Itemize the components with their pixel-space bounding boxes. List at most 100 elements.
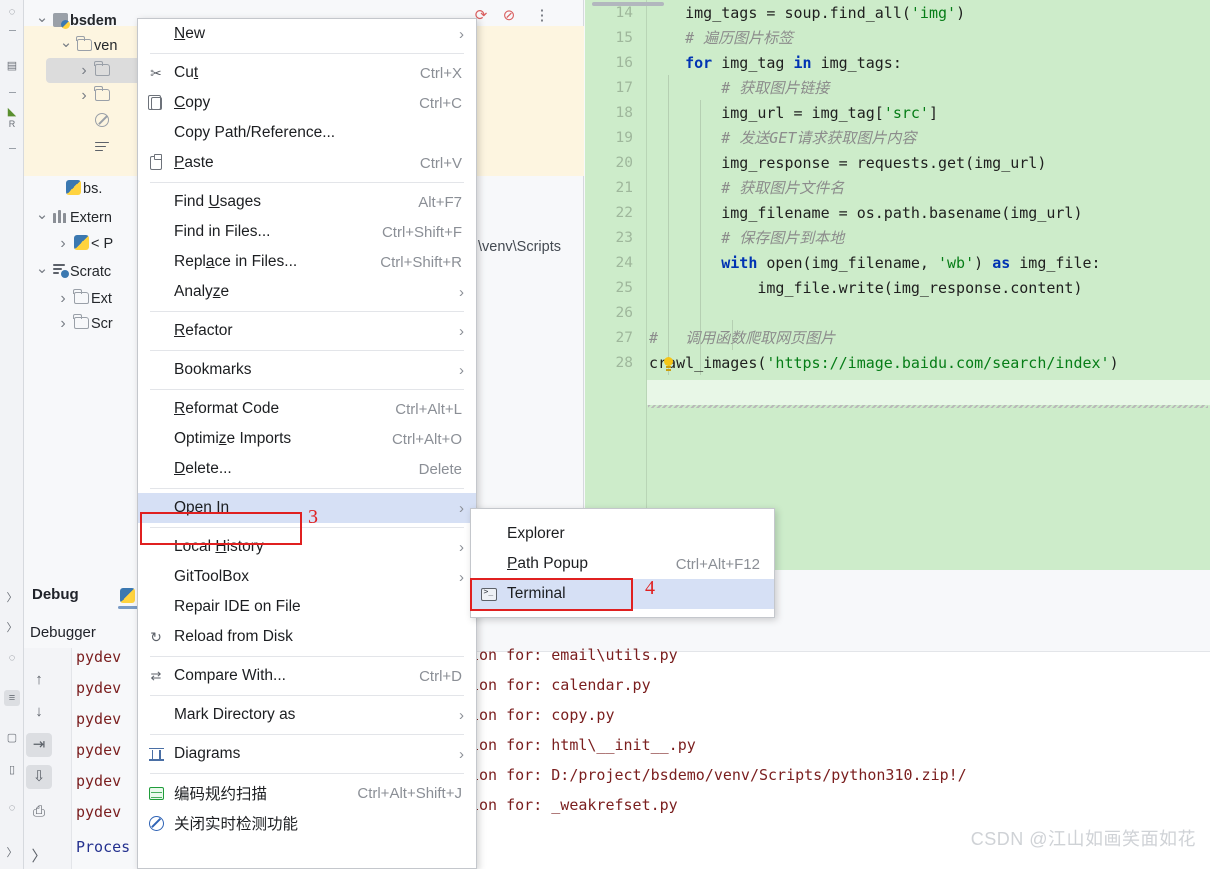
menu-item-reload-from-disk[interactable]: ↻ Reload from Disk (138, 622, 476, 652)
line-text: img_response = requests.get(img_url) (649, 151, 1046, 176)
layout-icon[interactable]: ≡ (4, 690, 20, 706)
bookmarks-icon[interactable]: ▤ (4, 58, 20, 74)
menu-separator (150, 773, 464, 774)
menu-separator (150, 389, 464, 390)
menu-item-optimize-imports[interactable]: Optimize Imports Ctrl+Alt+O (138, 424, 476, 454)
vcs-label-icon: R (8, 119, 16, 129)
menu-item-bookmarks[interactable]: Bookmarks › (138, 355, 476, 385)
code-line[interactable]: 23 # 保存图片到本地 (585, 226, 1210, 251)
run-output-line: ion for: html\__init__.py (470, 736, 696, 754)
blocked-icon (92, 112, 112, 129)
menu-item-find-usages[interactable]: Find Usages Alt+F7 (138, 187, 476, 217)
chevron-right-icon[interactable] (55, 315, 71, 333)
chevron-right-icon[interactable] (76, 87, 92, 105)
step-down-icon[interactable]: ↓ (26, 700, 52, 724)
tree-row[interactable]: bs. (63, 176, 102, 201)
intention-bulb-icon[interactable] (663, 357, 674, 371)
submenu-item-terminal[interactable]: Terminal (471, 579, 774, 609)
submenu-item-explorer[interactable]: Explorer (471, 519, 774, 549)
code-line[interactable]: 18 img_url = img_tag['src'] (585, 101, 1210, 126)
stop-icon (138, 815, 174, 831)
code-token: ] (928, 104, 938, 122)
code-line[interactable]: 16 for img_tag in img_tags: (585, 51, 1210, 76)
code-line[interactable]: 24 with open(img_filename, 'wb') as img_… (585, 251, 1210, 276)
chevron-down-icon[interactable] (58, 37, 74, 55)
menu-item-delete[interactable]: Delete... Delete (138, 454, 476, 484)
code-line[interactable]: 25 img_file.write(img_response.content) (585, 276, 1210, 301)
services-icon[interactable]: ◌ (4, 800, 20, 816)
step-up-icon[interactable]: ↑ (26, 668, 52, 692)
tree-row[interactable]: Ext (55, 286, 112, 311)
chevron-right-icon: › (459, 361, 464, 379)
menu-item-reformat-code[interactable]: Reformat Code Ctrl+Alt+L (138, 394, 476, 424)
chevron-down-icon[interactable] (34, 263, 50, 281)
menu-item-diagrams[interactable]: Diagrams › (138, 739, 476, 769)
menu-item-cut[interactable]: ✂ Cut Ctrl+X (138, 58, 476, 88)
menu-item-analyze[interactable]: Analyze › (138, 277, 476, 307)
open-in-submenu[interactable]: Explorer Path Popup Ctrl+Alt+F12 Terminal (470, 508, 775, 618)
tree-row[interactable]: Scr (55, 311, 113, 336)
code-line[interactable]: 15 # 遍历图片标签 (585, 26, 1210, 51)
submenu-item-path-popup[interactable]: Path Popup Ctrl+Alt+F12 (471, 549, 774, 579)
tree-row[interactable] (76, 83, 112, 108)
chevron-right-icon[interactable] (76, 62, 92, 80)
menu-item-编码规约扫描[interactable]: 编码规约扫描 Ctrl+Alt+Shift+J (138, 778, 476, 808)
menu-item-关闭实时检测功能[interactable]: 关闭实时检测功能 (138, 808, 476, 838)
expand-icon[interactable]: 〉 (4, 620, 20, 636)
tree-row[interactable] (92, 135, 112, 160)
code-line[interactable]: 28 crawl_images('https://image.baidu.com/… (585, 351, 1210, 376)
context-menu[interactable]: New › ✂ Cut Ctrl+X Copy Ctrl+C Copy Path/Refere… (137, 18, 477, 869)
menu-item-find-in-files[interactable]: Find in Files... Ctrl+Shift+F (138, 217, 476, 247)
terminal-gutter-icon[interactable]: ▢ (4, 730, 20, 746)
run-output-line: ion for: copy.py (470, 706, 615, 724)
tree-row[interactable]: < P (55, 231, 113, 256)
tree-row[interactable]: bsdem (34, 8, 117, 33)
structure-icon[interactable]: ◌ (4, 4, 20, 20)
debug-output-line: pydev (76, 648, 122, 666)
step-into-icon[interactable]: ⇥ (26, 733, 52, 757)
menu-item-refactor[interactable]: Refactor › (138, 316, 476, 346)
todo-icon[interactable]: ▯ (4, 762, 20, 778)
menu-item-open-in[interactable]: Open In › (138, 493, 476, 523)
menu-item-new[interactable]: New › (138, 19, 476, 49)
debug-panel-title: Debug (32, 586, 79, 603)
code-line[interactable]: 14 img_tags = soup.find_all('img') (585, 1, 1210, 26)
tree-row[interactable]: Scratc (34, 259, 111, 284)
more-options-icon[interactable]: ⋮ (533, 7, 551, 25)
menu-item-copy[interactable]: Copy Ctrl+C (138, 88, 476, 118)
menu-item-paste[interactable]: Paste Ctrl+V (138, 148, 476, 178)
chevron-right-icon[interactable] (55, 290, 71, 308)
expand-icon[interactable]: 〉 (26, 845, 52, 869)
chevron-down-icon[interactable] (34, 12, 50, 30)
menu-item-mark-directory-as[interactable]: Mark Directory as › (138, 700, 476, 730)
code-line[interactable]: 21 # 获取图片文件名 (585, 176, 1210, 201)
tree-item-label: bsdem (70, 12, 117, 29)
step-out-icon[interactable]: ⇩ (26, 765, 52, 789)
tab-debugger[interactable]: Debugger (30, 624, 96, 641)
suppress-icon[interactable]: ⊘ (500, 7, 518, 25)
menu-item-local-history[interactable]: Local History › (138, 532, 476, 562)
tree-row[interactable]: Extern (34, 205, 112, 230)
chevron-down-icon[interactable] (34, 209, 50, 227)
print-icon[interactable]: ⎙ (26, 800, 52, 824)
menu-item-replace-in-files[interactable]: Replace in Files... Ctrl+Shift+R (138, 247, 476, 277)
code-line[interactable]: 26 (585, 301, 1210, 326)
collapse-icon[interactable]: 〉 (4, 590, 20, 606)
menu-item-gittoolbox[interactable]: GitToolBox › (138, 562, 476, 592)
menu-item-compare-with[interactable]: ⇄ Compare With... Ctrl+D (138, 661, 476, 691)
line-text: # 遍历图片标签 (649, 26, 793, 51)
tree-row[interactable] (92, 108, 112, 133)
misc-icon[interactable]: ◌ (4, 650, 20, 666)
code-line[interactable]: 20 img_response = requests.get(img_url) (585, 151, 1210, 176)
tree-row[interactable]: ven (58, 33, 117, 58)
menu-item-repair-ide-on-file[interactable]: Repair IDE on File (138, 592, 476, 622)
code-line[interactable]: 22 img_filename = os.path.basename(img_u… (585, 201, 1210, 226)
code-line[interactable]: 17 # 获取图片链接 (585, 76, 1210, 101)
code-line[interactable]: 27 # 调用函数爬取网页图片 (585, 326, 1210, 351)
code-token: # 获取图片文件名 (649, 179, 845, 197)
code-line[interactable]: 19 # 发送GET请求获取图片内容 (585, 126, 1210, 151)
menu-item-copy-path-reference[interactable]: Copy Path/Reference... (138, 118, 476, 148)
chevron-right-icon[interactable]: 〉 (4, 845, 20, 861)
chevron-right-icon[interactable] (55, 235, 71, 253)
